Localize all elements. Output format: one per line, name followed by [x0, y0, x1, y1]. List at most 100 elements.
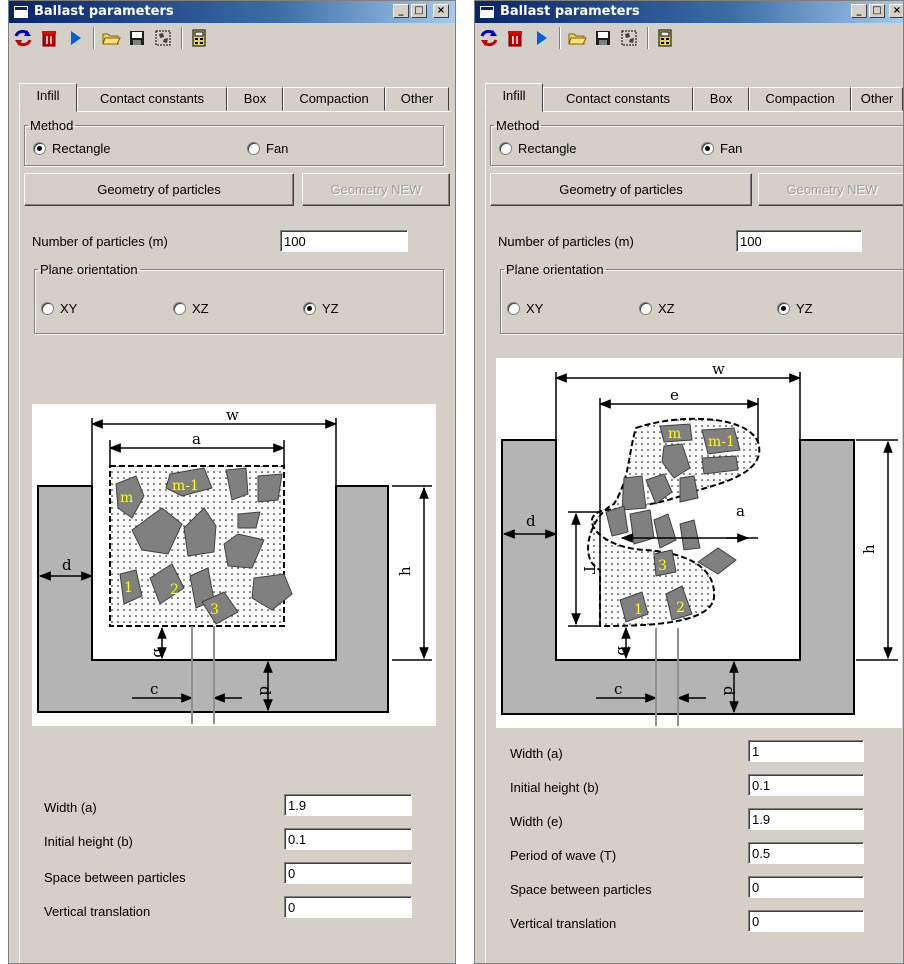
period-of-wave-t-input[interactable]	[748, 842, 864, 864]
dim-label-d-bottom: d	[256, 686, 274, 696]
space-between-particles-input[interactable]	[748, 876, 864, 898]
close-button[interactable]: ×	[889, 4, 903, 18]
toolbar-separator	[559, 27, 561, 49]
radio-unselected-icon	[247, 142, 260, 155]
field-label-width-e: Width (e)	[510, 814, 563, 829]
tab-contact-constants[interactable]: Contact constants	[77, 87, 227, 111]
window-title: Ballast parameters	[500, 4, 640, 19]
width-a-input[interactable]	[748, 740, 864, 762]
particle-label-m-1: m-1	[172, 478, 199, 494]
minimize-button[interactable]: _	[851, 4, 867, 18]
save-icon[interactable]	[593, 28, 613, 48]
geometry-of-particles-button[interactable]: Geometry of particles	[24, 173, 294, 206]
method-group: Method Rectangle Fan	[490, 118, 903, 166]
tab-box[interactable]: Box	[227, 87, 283, 111]
method-group: Method Rectangle Fan	[24, 118, 444, 166]
particle-label-1: 1	[124, 580, 133, 596]
plane-xz-radio[interactable]: XZ	[173, 301, 209, 316]
window-title: Ballast parameters	[34, 4, 174, 19]
toolbar	[475, 23, 903, 51]
field-label-space-between-particles: Space between particles	[44, 870, 186, 885]
ballast-window-right: Ballast parameters _ □ × Infill Contact …	[474, 0, 904, 964]
num-particles-input[interactable]	[736, 230, 862, 252]
particles-icon[interactable]	[619, 28, 639, 48]
initial-height-b-input[interactable]	[284, 828, 412, 850]
minimize-button[interactable]: _	[393, 4, 409, 18]
plane-orientation-group: Plane orientation XY XZ YZ	[500, 262, 903, 334]
plane-orientation-legend: Plane orientation	[40, 262, 138, 277]
tab-compaction[interactable]: Compaction	[283, 87, 385, 111]
rectangle-infill-diagram: m m-1 1 2 3 w a d h b c d	[32, 404, 436, 726]
dim-label-d-left: d	[62, 556, 72, 574]
geometry-of-particles-button[interactable]: Geometry of particles	[490, 173, 752, 206]
title-bar[interactable]: Ballast parameters _ □ ×	[475, 1, 903, 23]
tab-other[interactable]: Other	[385, 87, 449, 111]
method-fan-radio[interactable]: Fan	[247, 141, 288, 156]
refresh-icon[interactable]	[13, 28, 33, 48]
open-folder-icon[interactable]	[101, 28, 121, 48]
calculator-icon[interactable]	[655, 28, 675, 48]
open-folder-icon[interactable]	[567, 28, 587, 48]
width-e-input[interactable]	[748, 808, 864, 830]
save-icon[interactable]	[127, 28, 147, 48]
maximize-button[interactable]: □	[869, 4, 885, 18]
run-icon[interactable]	[65, 28, 85, 48]
tab-infill[interactable]: Infill	[485, 83, 543, 112]
toolbar-separator	[647, 27, 649, 49]
app-icon	[13, 5, 29, 19]
plane-xz-radio[interactable]: XZ	[639, 301, 675, 316]
space-between-particles-input[interactable]	[284, 862, 412, 884]
plane-xy-radio[interactable]: XY	[507, 301, 543, 316]
tab-other[interactable]: Other	[851, 87, 903, 111]
dim-label-w: w	[226, 406, 239, 424]
field-label-vertical-translation: Vertical translation	[510, 916, 617, 931]
delete-icon[interactable]	[39, 28, 59, 48]
method-rectangle-radio[interactable]: Rectangle	[33, 141, 111, 156]
num-particles-label: Number of particles (m)	[32, 234, 168, 249]
tab-infill[interactable]: Infill	[19, 83, 77, 112]
particle-label-m-1: m-1	[708, 434, 735, 450]
geometry-new-button[interactable]: Geometry NEW	[758, 173, 903, 206]
radio-unselected-icon	[639, 302, 652, 315]
particle-label-m: m	[120, 490, 133, 506]
plane-xy-radio[interactable]: XY	[41, 301, 77, 316]
method-legend: Method	[496, 118, 540, 133]
num-particles-input[interactable]	[280, 230, 408, 252]
particles-icon[interactable]	[153, 28, 173, 48]
title-bar[interactable]: Ballast parameters _ □ ×	[9, 1, 455, 23]
ballast-window-left: Ballast parameters _ □ × Infill Contact …	[8, 0, 456, 964]
dim-label-d-bottom: d	[720, 686, 738, 696]
method-fan-radio[interactable]: Fan	[701, 141, 742, 156]
vertical-translation-input[interactable]	[748, 910, 864, 932]
radio-selected-icon	[303, 302, 316, 315]
initial-height-b-input[interactable]	[748, 774, 864, 796]
particle-label-2: 2	[676, 600, 685, 616]
plane-orientation-group: Plane orientation XY XZ YZ	[34, 262, 444, 334]
tab-compaction[interactable]: Compaction	[749, 87, 851, 111]
geometry-new-button[interactable]: Geometry NEW	[302, 173, 450, 206]
field-label-width-a: Width (a)	[510, 746, 563, 761]
width-a-input[interactable]	[284, 794, 412, 816]
run-icon[interactable]	[531, 28, 551, 48]
refresh-icon[interactable]	[479, 28, 499, 48]
radio-selected-icon	[33, 142, 46, 155]
plane-yz-radio[interactable]: YZ	[303, 301, 339, 316]
dim-label-e: e	[670, 386, 679, 404]
plane-yz-radio[interactable]: YZ	[777, 301, 813, 316]
field-label-vertical-translation: Vertical translation	[44, 904, 151, 919]
calculator-icon[interactable]	[189, 28, 209, 48]
tab-contact-constants[interactable]: Contact constants	[543, 87, 693, 111]
tab-box[interactable]: Box	[693, 87, 749, 111]
close-button[interactable]: ×	[433, 4, 449, 18]
dim-label-w: w	[712, 360, 725, 378]
particle-label-2: 2	[170, 582, 179, 598]
app-icon	[479, 5, 495, 19]
dim-label-T: T	[580, 564, 598, 574]
maximize-button[interactable]: □	[411, 4, 427, 18]
method-rectangle-radio[interactable]: Rectangle	[499, 141, 577, 156]
radio-selected-icon	[777, 302, 790, 315]
method-legend: Method	[30, 118, 74, 133]
vertical-translation-input[interactable]	[284, 896, 412, 918]
dim-label-a: a	[192, 430, 201, 448]
delete-icon[interactable]	[505, 28, 525, 48]
